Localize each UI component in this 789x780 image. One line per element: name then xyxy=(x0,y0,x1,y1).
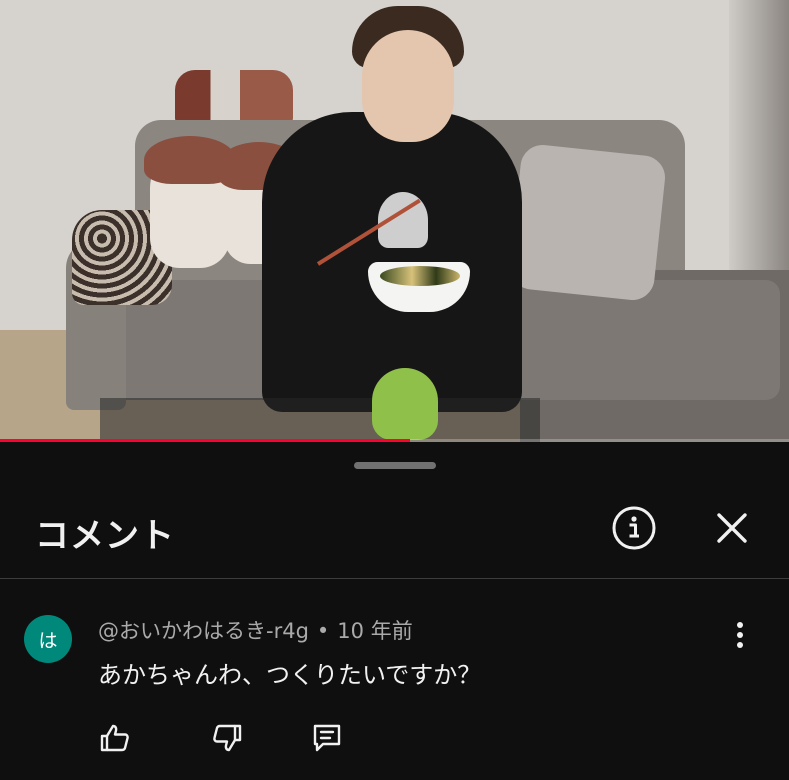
comment-meta: @おいかわはるき-r4g • 10 年前 xyxy=(98,615,413,645)
info-button[interactable] xyxy=(610,504,658,552)
comment-more-button[interactable] xyxy=(724,617,756,653)
video-scene-shelf-toys xyxy=(175,70,293,124)
comments-sheet: コメント は @おいかわはるき-r4g • 10 年前 あかちゃんわ、つくりたいです… xyxy=(0,442,789,780)
video-scene-pillow xyxy=(507,142,668,303)
video-scene-frog-toy xyxy=(372,368,438,440)
avatar[interactable]: は xyxy=(24,615,72,663)
comment-author[interactable]: @おいかわはるき-r4g xyxy=(98,619,309,643)
close-button[interactable] xyxy=(708,504,756,552)
info-icon xyxy=(612,506,656,550)
reply-button[interactable] xyxy=(310,721,344,755)
sheet-drag-handle[interactable] xyxy=(354,462,436,469)
meta-separator: • xyxy=(316,619,330,643)
thumb-up-icon xyxy=(100,724,129,752)
more-vert-icon xyxy=(737,622,743,648)
video-scene-table xyxy=(100,398,540,442)
like-button[interactable] xyxy=(98,721,132,755)
comment-item: は @おいかわはるき-r4g • 10 年前 あかちゃんわ、つくりたいですか？ xyxy=(0,579,789,779)
reply-icon xyxy=(313,724,341,752)
video-scene-person-face xyxy=(362,30,454,142)
video-player[interactable] xyxy=(0,0,789,442)
comment-text: あかちゃんわ、つくりたいですか？ xyxy=(98,661,482,689)
avatar-letter: は xyxy=(38,629,58,652)
comment-time: 10 年前 xyxy=(337,619,413,643)
close-icon xyxy=(717,513,747,543)
dislike-button[interactable] xyxy=(210,721,244,755)
video-scene-food xyxy=(380,266,460,286)
thumb-down-icon xyxy=(213,724,242,752)
comments-title: コメント xyxy=(35,516,175,556)
